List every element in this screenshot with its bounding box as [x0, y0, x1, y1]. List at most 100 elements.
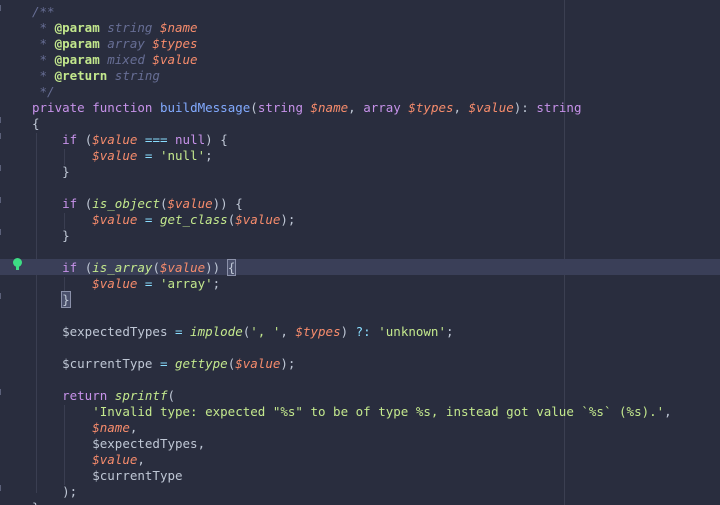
code-token: 'Invalid type: expected "%s" to be of ty…	[92, 404, 665, 419]
code-line-26[interactable]: 'Invalid type: expected "%s" to be of ty…	[32, 404, 671, 420]
code-editor[interactable]: /** * @param string $name * @param array…	[0, 0, 720, 505]
fold-marker-icon[interactable]	[0, 293, 4, 299]
code-token: /**	[32, 4, 55, 19]
code-token: private	[32, 100, 85, 115]
code-token: $expectedTypes	[62, 324, 168, 339]
code-line-19[interactable]: }	[32, 291, 71, 308]
code-token: $name	[159, 20, 198, 35]
code-line-18[interactable]: $value = 'array';	[32, 276, 220, 292]
code-line-21[interactable]: $expectedTypes = implode(', ', $types) ?…	[32, 324, 453, 340]
code-token: *	[32, 36, 55, 51]
code-token: ;	[205, 148, 213, 163]
fold-gutter[interactable]	[0, 0, 6, 505]
code-token: (	[77, 260, 93, 275]
fold-marker-icon[interactable]	[0, 133, 4, 139]
code-token: if	[62, 196, 78, 211]
code-token: =	[137, 276, 160, 291]
fold-marker-icon[interactable]	[0, 485, 4, 491]
code-line-13[interactable]: if (is_object($value)) {	[32, 196, 243, 212]
code-token: ):	[513, 100, 537, 115]
code-line-15[interactable]: }	[32, 228, 70, 244]
code-token: $value	[92, 276, 138, 291]
code-token: array	[363, 100, 401, 115]
code-token: (	[159, 196, 168, 211]
code-token: string	[257, 100, 303, 115]
code-token: $value	[167, 196, 213, 211]
code-line-17[interactable]: if (is_array($value)) {	[32, 259, 237, 276]
code-line-2[interactable]: * @param string $name	[32, 20, 198, 36]
code-line-32[interactable]: }	[32, 500, 40, 505]
matched-brace: }	[61, 291, 71, 308]
code-token: @param	[54, 52, 100, 67]
code-line-29[interactable]: $value,	[32, 452, 145, 468]
code-token: string	[107, 68, 160, 83]
breakpoint-stem	[16, 266, 19, 270]
code-token: =	[152, 356, 175, 371]
code-line-27[interactable]: $name,	[32, 420, 137, 436]
code-token: @param	[54, 36, 100, 51]
code-line-3[interactable]: * @param array $types	[32, 36, 198, 52]
code-line-1[interactable]: /**	[32, 4, 55, 20]
code-token: }	[32, 500, 40, 505]
fold-marker-icon[interactable]	[0, 5, 4, 11]
code-token: is_object	[92, 196, 160, 211]
code-token: $currentType	[62, 356, 153, 371]
code-token: function	[92, 100, 153, 115]
fold-marker-icon[interactable]	[0, 165, 4, 171]
code-token: @param	[54, 20, 100, 35]
code-token: @return	[54, 68, 108, 83]
code-line-31[interactable]: );	[32, 484, 77, 500]
code-token: 'unknown'	[378, 324, 446, 339]
code-token: string	[536, 100, 582, 115]
code-token: (	[77, 196, 93, 211]
code-line-11[interactable]: }	[32, 164, 70, 180]
code-line-23[interactable]: $currentType = gettype($value);	[32, 356, 295, 372]
code-token: ', '	[250, 324, 281, 339]
code-token: $value	[92, 452, 138, 467]
code-line-4[interactable]: * @param mixed $value	[32, 52, 198, 68]
code-token: =	[137, 212, 160, 227]
code-line-14[interactable]: $value = get_class($value);	[32, 212, 295, 228]
code-token: $value	[92, 148, 138, 163]
code-token: ,	[137, 452, 145, 467]
code-token: gettype	[175, 356, 228, 371]
code-token: ,	[129, 420, 138, 435]
code-token: {	[32, 116, 40, 131]
right-margin-guide	[564, 0, 565, 505]
code-line-10[interactable]: $value = 'null';	[32, 148, 213, 164]
code-token: ?:	[355, 324, 371, 339]
code-token: =	[167, 324, 191, 339]
code-line-8[interactable]: {	[32, 116, 40, 132]
code-line-9[interactable]: if ($value === null) {	[32, 132, 228, 148]
code-token: if	[62, 132, 78, 147]
code-token: sprintf	[114, 388, 168, 403]
code-token: return	[62, 388, 108, 403]
code-line-7[interactable]: private function buildMessage(string $na…	[32, 100, 581, 116]
code-token: 'array'	[159, 276, 213, 291]
code-line-30[interactable]: $currentType	[32, 468, 182, 484]
code-token: $name	[92, 420, 130, 435]
code-token: mixed	[99, 52, 153, 67]
code-line-28[interactable]: $expectedTypes,	[32, 436, 205, 452]
code-line-25[interactable]: return sprintf(	[32, 388, 175, 404]
code-line-5[interactable]: * @return string	[32, 68, 160, 84]
fold-marker-icon[interactable]	[0, 197, 4, 203]
code-token: */	[32, 84, 55, 99]
code-line-6[interactable]: */	[32, 84, 55, 100]
code-token: (	[152, 260, 160, 275]
fold-marker-icon[interactable]	[0, 389, 4, 395]
fold-marker-icon[interactable]	[0, 117, 4, 123]
fold-marker-icon[interactable]	[0, 229, 4, 235]
code-token: }	[32, 164, 70, 179]
code-token: }	[32, 228, 70, 243]
